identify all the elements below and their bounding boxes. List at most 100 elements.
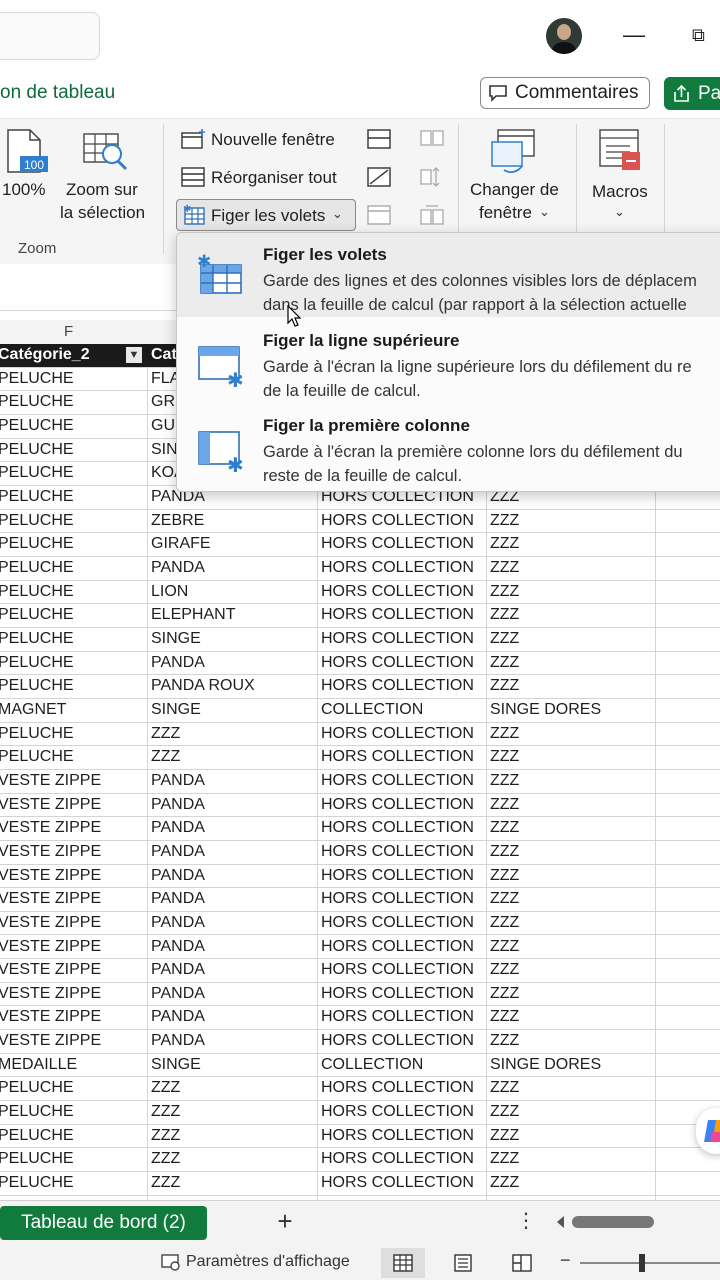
table-cell[interactable]: MEDAILLE [0, 1056, 144, 1074]
table-cell[interactable]: PANDA [151, 985, 315, 1003]
minimize-button[interactable]: — [620, 22, 648, 50]
table-cell[interactable]: ZZZ [490, 630, 654, 648]
table-cell[interactable]: ZZZ [490, 1008, 654, 1026]
table-cell[interactable]: SINGE [151, 701, 315, 719]
table-cell[interactable]: PANDA [151, 938, 315, 956]
zoom-selection-label-2[interactable]: la sélection [60, 203, 145, 223]
table-cell[interactable]: PELUCHE [0, 393, 144, 411]
table-cell[interactable]: ZZZ [490, 985, 654, 1003]
table-cell[interactable]: VESTE ZIPPE [0, 819, 144, 837]
table-cell[interactable]: HORS COLLECTION [321, 796, 485, 814]
column-letter[interactable]: F [64, 323, 73, 340]
menu-item-freeze-panes[interactable]: ✱ Figer les volets Garde des lignes et d… [177, 233, 720, 317]
table-cell[interactable]: ZZZ [151, 748, 315, 766]
table-cell[interactable]: HORS COLLECTION [321, 1103, 485, 1121]
table-cell[interactable]: PANDA [151, 796, 315, 814]
split-icon[interactable] [366, 128, 392, 150]
table-cell[interactable]: LION [151, 583, 315, 601]
table-cell[interactable]: ZZZ [490, 677, 654, 695]
table-cell[interactable]: ZZZ [151, 1127, 315, 1145]
table-cell[interactable]: PANDA [151, 1032, 315, 1050]
table-cell[interactable]: HORS COLLECTION [321, 535, 485, 553]
zoom-selection-icon[interactable] [82, 130, 128, 174]
table-cell[interactable]: PANDA [151, 654, 315, 672]
table-cell[interactable]: VESTE ZIPPE [0, 867, 144, 885]
table-cell[interactable]: ZZZ [151, 1079, 315, 1097]
table-cell[interactable]: ZZZ [490, 535, 654, 553]
table-cell[interactable]: PELUCHE [0, 441, 144, 459]
table-cell[interactable]: PELUCHE [0, 1079, 144, 1097]
table-cell[interactable]: ZZZ [490, 1032, 654, 1050]
table-cell[interactable]: ZZZ [151, 1103, 315, 1121]
table-cell[interactable]: HORS COLLECTION [321, 677, 485, 695]
table-cell[interactable]: VESTE ZIPPE [0, 772, 144, 790]
table-cell[interactable]: PELUCHE [0, 1103, 144, 1121]
header-cell-categorie2[interactable]: Catégorie_2 [0, 346, 144, 364]
display-settings-button[interactable]: Paramètres d'affichage [160, 1252, 350, 1272]
table-cell[interactable]: HORS COLLECTION [321, 938, 485, 956]
table-cell[interactable]: HORS COLLECTION [321, 867, 485, 885]
table-cell[interactable]: PANDA [151, 772, 315, 790]
table-cell[interactable]: PANDA [151, 914, 315, 932]
table-cell[interactable]: VESTE ZIPPE [0, 890, 144, 908]
table-cell[interactable]: ZZZ [151, 1174, 315, 1192]
table-cell[interactable]: HORS COLLECTION [321, 583, 485, 601]
table-cell[interactable]: ZZZ [490, 772, 654, 790]
table-cell[interactable]: ZZZ [490, 512, 654, 530]
table-cell[interactable]: GIRAFE [151, 535, 315, 553]
table-cell[interactable]: HORS COLLECTION [321, 843, 485, 861]
table-cell[interactable]: ZZZ [490, 559, 654, 577]
table-cell[interactable]: HORS COLLECTION [321, 819, 485, 837]
arrange-all-button[interactable]: Réorganiser tout [211, 168, 337, 188]
zoom-selection-label-1[interactable]: Zoom sur [66, 180, 138, 200]
table-cell[interactable]: VESTE ZIPPE [0, 961, 144, 979]
switch-window-label-1[interactable]: Changer de [470, 180, 559, 200]
page-break-preview-button[interactable] [500, 1248, 544, 1278]
table-cell[interactable]: ZZZ [490, 1127, 654, 1145]
table-cell[interactable]: ZZZ [490, 867, 654, 885]
table-cell[interactable]: VESTE ZIPPE [0, 985, 144, 1003]
new-window-button[interactable]: Nouvelle fenêtre [211, 130, 335, 150]
menu-item-freeze-top-row[interactable]: ✱ Figer la ligne supérieure Garde à l'éc… [177, 319, 720, 403]
table-cell[interactable]: HORS COLLECTION [321, 654, 485, 672]
table-cell[interactable]: PELUCHE [0, 535, 144, 553]
search-box[interactable] [0, 12, 100, 60]
table-cell[interactable]: PELUCHE [0, 464, 144, 482]
switch-window-label-2[interactable]: fenêtre [479, 203, 532, 223]
zoom-100-icon[interactable]: 100 [4, 128, 48, 174]
table-cell[interactable]: HORS COLLECTION [321, 606, 485, 624]
table-cell[interactable]: PELUCHE [0, 512, 144, 530]
table-cell[interactable]: ZZZ [151, 1150, 315, 1168]
table-cell[interactable]: PELUCHE [0, 1127, 144, 1145]
table-cell[interactable]: ZZZ [490, 843, 654, 861]
table-cell[interactable]: MAGNET [0, 701, 144, 719]
table-cell[interactable]: ZZZ [490, 1079, 654, 1097]
table-cell[interactable]: ZZZ [490, 583, 654, 601]
table-cell[interactable]: HORS COLLECTION [321, 748, 485, 766]
table-cell[interactable]: ZZZ [490, 1103, 654, 1121]
table-cell[interactable]: PELUCHE [0, 559, 144, 577]
table-cell[interactable]: ELEPHANT [151, 606, 315, 624]
table-cell[interactable]: SINGE [151, 1056, 315, 1074]
avatar[interactable] [546, 18, 582, 54]
table-cell[interactable]: HORS COLLECTION [321, 725, 485, 743]
table-cell[interactable]: VESTE ZIPPE [0, 796, 144, 814]
table-cell[interactable]: PELUCHE [0, 1174, 144, 1192]
table-cell[interactable]: SINGE DORES [490, 1056, 654, 1074]
table-cell[interactable]: VESTE ZIPPE [0, 1032, 144, 1050]
table-cell[interactable]: PANDA [151, 867, 315, 885]
table-cell[interactable]: PELUCHE [0, 725, 144, 743]
table-cell[interactable]: PANDA [151, 559, 315, 577]
table-cell[interactable]: ZZZ [490, 961, 654, 979]
table-cell[interactable]: PANDA [151, 819, 315, 837]
table-cell[interactable]: PELUCHE [0, 748, 144, 766]
zoom-slider-thumb[interactable] [639, 1254, 645, 1272]
sheet-tab-active[interactable]: Tableau de bord (2) [0, 1206, 207, 1240]
table-cell[interactable]: SINGE [151, 630, 315, 648]
table-cell[interactable]: ZZZ [490, 654, 654, 672]
table-cell[interactable]: HORS COLLECTION [321, 890, 485, 908]
switch-window-icon[interactable] [490, 128, 540, 174]
table-cell[interactable]: ZEBRE [151, 512, 315, 530]
normal-view-button[interactable] [381, 1248, 425, 1278]
page-layout-button[interactable] [441, 1248, 485, 1278]
